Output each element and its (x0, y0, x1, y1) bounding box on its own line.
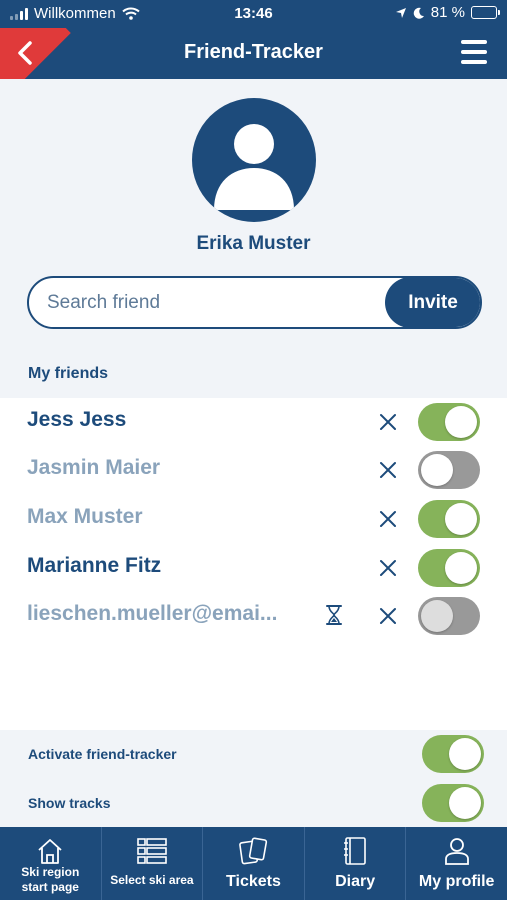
friends-list: Jess Jess Jasmin Maier Max Muster Marian… (0, 398, 507, 730)
tracking-toggle[interactable] (418, 597, 480, 635)
ticket-icon (239, 837, 268, 865)
nav-label: Ski region start page (21, 865, 80, 894)
moon-icon (413, 7, 424, 19)
user-avatar-icon (192, 98, 316, 222)
nav-label: Diary (335, 873, 376, 890)
tracking-toggle[interactable] (418, 451, 480, 489)
tracker-settings: Activate friend-tracker Show tracks (0, 730, 507, 827)
list-icon (137, 838, 167, 864)
profile-name: Erika Muster (196, 233, 311, 254)
show-tracks-label: Show tracks (28, 795, 111, 811)
status-bar: Willkommen 13:46 81 % (0, 0, 507, 28)
activate-tracker-toggle[interactable] (422, 735, 484, 773)
close-icon[interactable] (378, 558, 398, 578)
search-bar: Invite (27, 276, 482, 329)
home-icon (38, 839, 62, 864)
app-header: Friend-Tracker (0, 28, 507, 79)
invite-button[interactable]: Invite (385, 278, 480, 327)
nav-ski-region-start-page[interactable]: Ski region start page (0, 827, 102, 900)
page-title: Friend-Tracker (184, 41, 323, 63)
list-item: Jess Jess (0, 398, 507, 446)
tracking-toggle[interactable] (418, 500, 480, 538)
nav-label: My profile (418, 873, 495, 890)
friend-name: Jess Jess (27, 408, 127, 431)
tracking-toggle[interactable] (418, 403, 480, 441)
search-friend-input[interactable] (29, 278, 389, 327)
nav-tickets[interactable]: Tickets (203, 827, 305, 900)
nav-label: Tickets (226, 873, 281, 890)
activate-tracker-label: Activate friend-tracker (28, 746, 177, 762)
show-tracks-toggle[interactable] (422, 784, 484, 822)
section-title-my-friends: My friends (28, 365, 109, 382)
bottom-navigation: Ski region start page Select ski area Ti… (0, 827, 507, 900)
close-icon[interactable] (378, 460, 398, 480)
person-icon (444, 838, 469, 865)
close-icon[interactable] (378, 509, 398, 529)
close-icon[interactable] (378, 412, 398, 432)
list-item: lieschen.mueller@emai... (0, 592, 507, 640)
nav-my-profile[interactable]: My profile (406, 827, 507, 900)
list-item: Marianne Fitz (0, 544, 507, 592)
list-item: Max Muster (0, 495, 507, 543)
hamburger-menu-icon[interactable] (461, 40, 487, 64)
nav-label: Select ski area (110, 873, 194, 887)
hourglass-icon (326, 605, 342, 625)
nav-diary[interactable]: Diary (305, 827, 407, 900)
close-icon[interactable] (378, 606, 398, 626)
friend-name: lieschen.mueller@emai... (27, 602, 278, 625)
friend-name: Marianne Fitz (27, 554, 162, 577)
battery-percent: 81 % (430, 4, 465, 21)
list-item: Jasmin Maier (0, 446, 507, 494)
friend-name: Max Muster (27, 505, 143, 528)
battery-icon (471, 6, 500, 19)
nav-select-ski-area[interactable]: Select ski area (102, 827, 204, 900)
book-icon (344, 837, 366, 865)
friend-name: Jasmin Maier (27, 456, 161, 479)
tracking-toggle[interactable] (418, 549, 480, 587)
location-icon (395, 7, 406, 18)
